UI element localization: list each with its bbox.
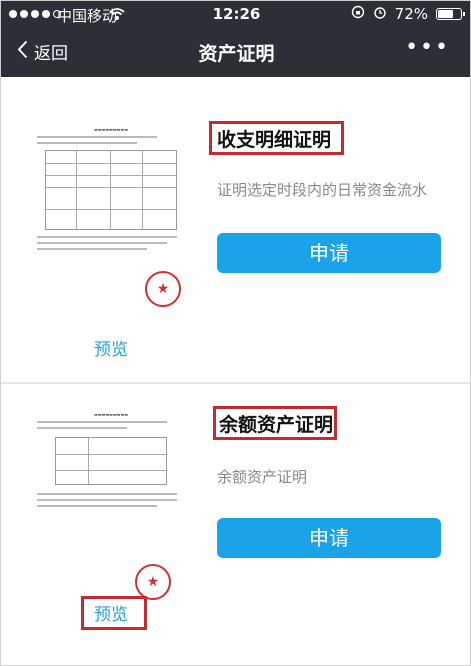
- income-card-description: 证明选定时段内的日常资金流水: [217, 181, 428, 199]
- balance-preview-link[interactable]: 预览: [94, 600, 128, 625]
- status-bar: 中国移动 12:26 72%: [1, 1, 470, 29]
- income-statement-card: ▬▬▬▬▬▬▬▬▬ ★ 预览 收支明细证明 证明选定时段内的日常资金流水 申请: [1, 101, 470, 381]
- battery-percent: 72%: [394, 5, 428, 23]
- doc-header-line: ▬▬▬▬▬▬▬▬▬: [93, 412, 128, 417]
- doc-header-line: ▬▬▬▬▬▬▬▬▬: [93, 127, 128, 132]
- more-options-button[interactable]: •••: [405, 35, 450, 60]
- red-seal-stamp: ★: [135, 564, 171, 600]
- app-frame: 中国移动 12:26 72% 返回 资产证明 ••• ▬▬▬▬▬▬▬▬▬ ★ 预…: [0, 0, 471, 666]
- balance-document-thumbnail[interactable]: ▬▬▬▬▬▬▬▬▬ ★: [31, 406, 191, 611]
- red-seal-stamp: ★: [145, 271, 181, 307]
- rotation-lock-icon: [351, 5, 365, 23]
- balance-card-description: 余额资产证明: [217, 468, 308, 486]
- balance-card-title: 余额资产证明: [219, 414, 334, 436]
- income-document-thumbnail[interactable]: ▬▬▬▬▬▬▬▬▬ ★: [31, 121, 191, 331]
- income-preview-link[interactable]: 预览: [94, 335, 128, 360]
- top-bar: 中国移动 12:26 72% 返回 资产证明 •••: [1, 1, 470, 77]
- alarm-icon: [373, 5, 387, 23]
- balance-apply-button[interactable]: 申请: [217, 518, 441, 558]
- income-card-title: 收支明细证明: [217, 129, 332, 151]
- page-title: 资产证明: [198, 43, 275, 65]
- status-right: 72%: [351, 5, 465, 23]
- battery-icon: [436, 8, 465, 20]
- navigation-bar: 返回 资产证明 •••: [1, 31, 470, 75]
- income-apply-button[interactable]: 申请: [217, 233, 441, 273]
- balance-statement-card: ▬▬▬▬▬▬▬▬▬ ★ 预览 余额资产证明 余额资产证明 申请: [1, 388, 470, 665]
- section-divider: [1, 382, 470, 384]
